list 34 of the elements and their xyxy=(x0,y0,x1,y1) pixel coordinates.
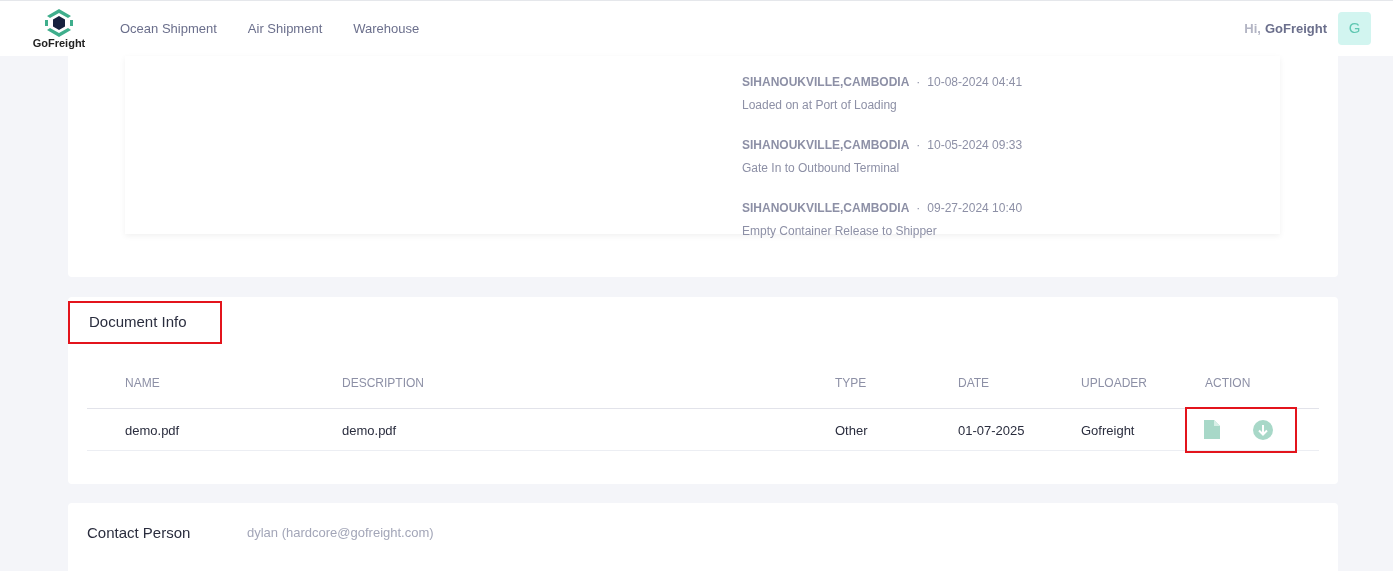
separator-dot: · xyxy=(916,200,921,217)
event-description: Loaded on at Port of Loading xyxy=(742,97,898,114)
column-header: ACTION xyxy=(1205,376,1251,390)
table-cell: Other xyxy=(835,422,868,438)
event-time: 10-08-2024 04:41 xyxy=(927,74,1023,91)
table-cell: demo.pdf xyxy=(342,422,397,438)
download-icon[interactable] xyxy=(1253,419,1273,440)
section-title: Contact Person xyxy=(87,523,192,543)
column-header: TYPE xyxy=(835,376,867,390)
nav-link[interactable]: Ocean Shipment xyxy=(120,18,217,39)
user-name: GoFreight xyxy=(1264,19,1327,38)
separator-dot: · xyxy=(916,74,921,91)
table-cell: Gofreight xyxy=(1081,422,1135,438)
section-title: Document Info xyxy=(89,312,187,333)
event-time: 10-05-2024 09:33 xyxy=(927,137,1023,154)
column-header: NAME xyxy=(125,376,160,390)
separator-dot: · xyxy=(916,137,921,154)
logo-text: GoFreight xyxy=(32,38,86,49)
event-location: SIHANOUKVILLE,CAMBODIA xyxy=(742,200,910,217)
event-location: SIHANOUKVILLE,CAMBODIA xyxy=(742,137,910,154)
document-icon[interactable] xyxy=(1204,420,1220,439)
column-header: DESCRIPTION xyxy=(342,376,424,390)
greeting-text: Hi, xyxy=(1244,19,1261,38)
event-description: Empty Container Release to Shipper xyxy=(742,223,938,240)
column-header: DATE xyxy=(958,376,990,390)
contact-value: dylan (hardcore@gofreight.com) xyxy=(247,524,434,542)
column-header: UPLOADER xyxy=(1081,376,1148,390)
nav-link[interactable]: Warehouse xyxy=(353,18,420,39)
table-cell: demo.pdf xyxy=(125,422,180,438)
event-time: 09-27-2024 10:40 xyxy=(927,200,1023,217)
table-cell: 01-07-2025 xyxy=(958,422,1025,438)
nav-link[interactable]: Air Shipment xyxy=(247,18,323,39)
event-location: SIHANOUKVILLE,CAMBODIA xyxy=(742,74,910,91)
event-description: Gate In to Outbound Terminal xyxy=(742,160,901,177)
